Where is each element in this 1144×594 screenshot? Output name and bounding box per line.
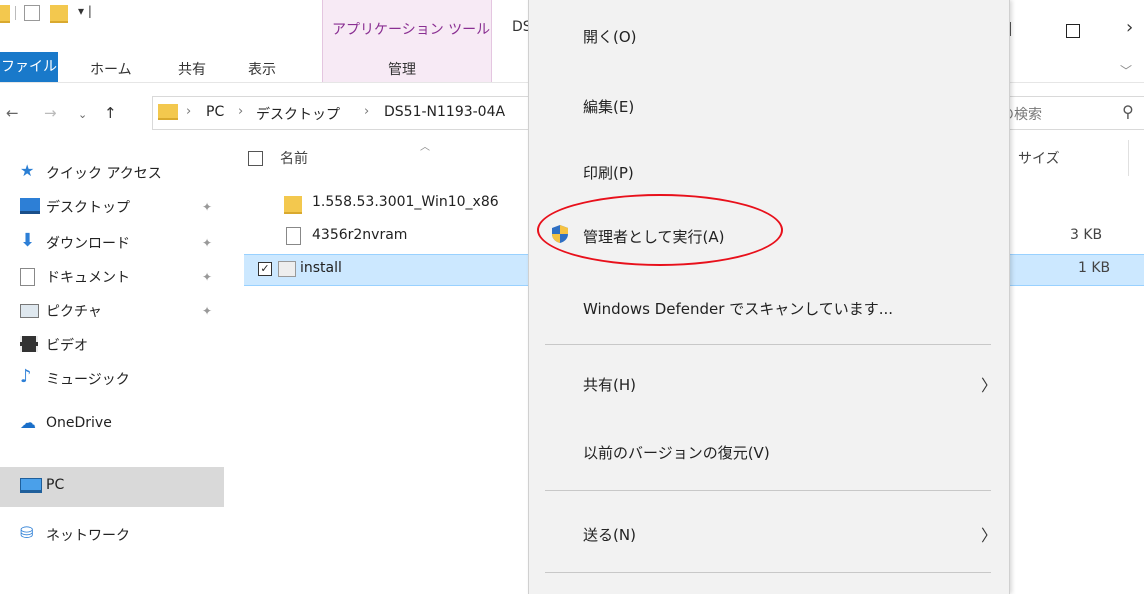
- minimize-icon[interactable]: [1010, 22, 1011, 36]
- script-icon: [278, 261, 296, 277]
- nav-item-label: デスクトップ: [46, 200, 130, 216]
- select-all-checkbox[interactable]: [248, 151, 263, 166]
- context-menu: 開く(O) 編集(E) 印刷(P) 管理者として実行(A) Windows De…: [528, 0, 1010, 594]
- cloud-icon: ☁: [20, 413, 36, 432]
- nav-item-label: ダウンロード: [46, 236, 130, 252]
- tab-file[interactable]: ファイル: [0, 52, 58, 82]
- file-name: 1.558.53.3001_Win10_x86: [312, 194, 499, 210]
- submenu-arrow-icon: 〉: [981, 526, 998, 545]
- menu-separator: [545, 344, 991, 345]
- column-header-size[interactable]: サイズ: [1018, 148, 1060, 168]
- selected-row-highlight: [1008, 254, 1144, 286]
- nav-item-label: OneDrive: [46, 415, 112, 431]
- breadcrumb-separator-icon[interactable]: ›: [364, 104, 369, 119]
- tab-share[interactable]: 共有: [178, 59, 206, 79]
- tab-manage[interactable]: 管理: [388, 59, 416, 79]
- network-icon: ⛁: [20, 523, 34, 542]
- nav-item-label: クイック アクセス: [46, 166, 162, 182]
- breadcrumb-folder[interactable]: DS51-N1193-04A: [384, 104, 505, 120]
- menu-item-print[interactable]: 印刷(P): [583, 162, 634, 183]
- file-icon: [286, 227, 301, 245]
- nav-item-label: ドキュメント: [46, 270, 130, 286]
- search-icon[interactable]: ⚲: [1122, 102, 1134, 121]
- nav-item-label: PC: [46, 477, 65, 493]
- customize-quick-access-icon[interactable]: ▾ |: [78, 4, 92, 18]
- folder-icon: [284, 196, 302, 214]
- desktop-icon: [20, 198, 40, 214]
- back-icon[interactable]: ←: [6, 104, 19, 122]
- maximize-icon[interactable]: [1066, 24, 1080, 38]
- menu-separator: [545, 572, 991, 573]
- close-icon[interactable]: ›: [1126, 17, 1133, 38]
- breadcrumb-separator-icon[interactable]: ›: [186, 104, 191, 119]
- menu-item-open[interactable]: 開く(O): [583, 26, 637, 47]
- application-tools-label: アプリケーション ツール: [332, 22, 491, 38]
- download-icon: ⬇: [20, 230, 36, 251]
- pin-icon[interactable]: ✦: [202, 270, 212, 284]
- properties-check-icon[interactable]: [24, 5, 40, 21]
- breadcrumb-pc[interactable]: PC: [206, 104, 224, 120]
- file-name: 4356r2nvram: [312, 227, 408, 243]
- picture-icon: [20, 304, 39, 318]
- address-folder-icon: [158, 104, 178, 120]
- highlight-annotation: [537, 194, 783, 266]
- menu-item-edit[interactable]: 編集(E): [583, 96, 634, 117]
- sort-ascending-icon: ︿: [420, 142, 430, 153]
- breadcrumb-desktop[interactable]: デスクトップ: [256, 104, 340, 124]
- new-folder-icon[interactable]: [50, 5, 68, 23]
- forward-icon[interactable]: →: [44, 104, 57, 122]
- menu-item-share[interactable]: 共有(H): [583, 374, 636, 395]
- file-name: install: [300, 260, 342, 276]
- column-divider[interactable]: [1128, 140, 1129, 176]
- pin-icon[interactable]: ✦: [202, 304, 212, 318]
- nav-item-label: ネットワーク: [46, 528, 130, 544]
- menu-separator: [545, 490, 991, 491]
- quick-access-separator: [15, 6, 16, 20]
- document-icon: [20, 268, 35, 286]
- tab-home[interactable]: ホーム: [90, 59, 132, 79]
- nav-item-label: ビデオ: [46, 338, 88, 354]
- nav-item-label: ミュージック: [46, 372, 130, 388]
- music-icon: ♪: [20, 366, 32, 387]
- up-icon[interactable]: ↑: [104, 104, 117, 122]
- menu-item-defender-scan[interactable]: Windows Defender でスキャンしています...: [583, 298, 893, 319]
- star-icon: ★: [20, 161, 35, 180]
- pc-icon: [20, 478, 42, 493]
- row-checkbox[interactable]: ✓: [258, 262, 272, 276]
- quick-access-folder-icon[interactable]: [0, 5, 10, 23]
- video-icon: [20, 336, 38, 352]
- column-header-name[interactable]: 名前: [280, 148, 308, 168]
- nav-item-label: ピクチャ: [46, 304, 102, 320]
- recent-locations-icon[interactable]: ⌄: [78, 108, 87, 121]
- expand-ribbon-icon[interactable]: ﹀: [1120, 62, 1132, 79]
- file-size: 3 KB: [1070, 227, 1103, 243]
- pin-icon[interactable]: ✦: [202, 200, 212, 214]
- menu-item-restore-previous[interactable]: 以前のバージョンの復元(V): [583, 442, 770, 463]
- pin-icon[interactable]: ✦: [202, 236, 212, 250]
- submenu-arrow-icon: 〉: [981, 376, 998, 395]
- breadcrumb-separator-icon[interactable]: ›: [238, 104, 243, 119]
- file-size: 1 KB: [1078, 260, 1111, 276]
- menu-item-send-to[interactable]: 送る(N): [583, 524, 636, 545]
- tab-view[interactable]: 表示: [248, 59, 276, 79]
